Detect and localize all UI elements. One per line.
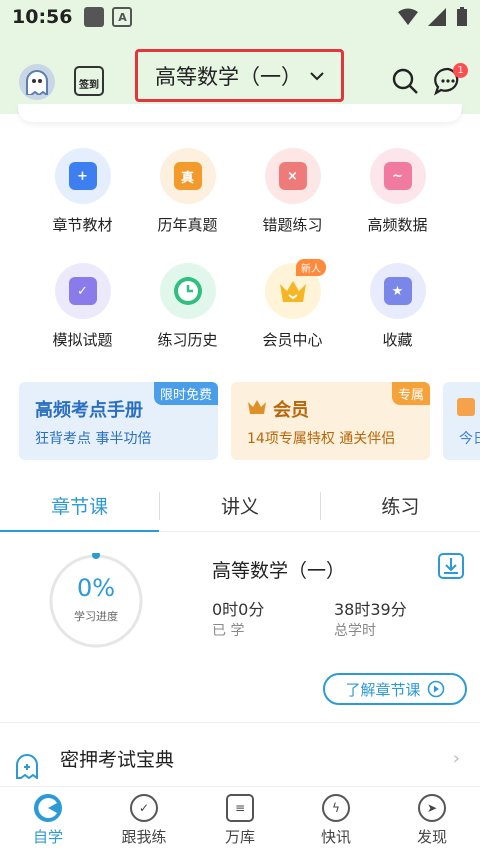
learned-label: 已 学 [212, 623, 245, 639]
banner-handbook[interactable]: 高频考点手册 狂背考点 事半功倍 限时免费 [19, 382, 218, 460]
tab-practice[interactable]: 练习 [321, 480, 480, 531]
nav-news[interactable]: ϟ 快讯 [288, 787, 384, 854]
status-bar: 10:56 A [0, 0, 480, 34]
banner-subtitle: 今日 [459, 431, 480, 447]
banner-title: 高频考点手册 [35, 400, 143, 421]
grid-label: 高频数据 [367, 216, 428, 234]
folder-icon: 真 [159, 148, 216, 204]
grid-label: 收藏 [382, 331, 413, 349]
download-icon[interactable] [438, 553, 464, 579]
grid-item-wrong-questions[interactable]: × 错题练习 [240, 148, 345, 235]
chevron-right-icon: › [452, 747, 460, 769]
mock-exam-icon: ✓ [54, 263, 111, 319]
banner-tag: 限时免费 [153, 382, 218, 405]
new-user-tag: 新人 [296, 259, 326, 276]
practice-icon: ✓ [130, 794, 158, 822]
message-badge: 1 [453, 63, 468, 78]
grid-item-favorites[interactable]: ★ 收藏 [345, 263, 450, 350]
self-study-icon [34, 794, 62, 822]
banner-tag: 专属 [391, 382, 430, 405]
section-divider [0, 722, 480, 723]
clock-icon [159, 263, 216, 319]
calendar-icon [457, 398, 475, 416]
banner-subtitle: 狂背考点 事半功倍 [35, 431, 152, 447]
tab-label: 讲义 [220, 496, 259, 518]
bottom-nav: 自学 ✓ 跟我练 ≡ 万库 ϟ 快讯 ➤ 发现 [0, 786, 480, 854]
banner-membership[interactable]: 会员 14项专属特权 通关伴侣 专属 [231, 382, 430, 460]
tab-handouts[interactable]: 讲义 [160, 480, 319, 531]
grid-item-past-exams[interactable]: 真 历年真题 [135, 148, 240, 235]
nav-label: 跟我练 [121, 828, 167, 846]
library-icon: ≡ [226, 794, 254, 822]
battery-icon [457, 7, 467, 26]
grid-item-practice-history[interactable]: 练习历史 [135, 263, 240, 350]
crown-icon [248, 400, 266, 414]
app-notification-icon: A [112, 7, 133, 27]
grid-item-member-center[interactable]: 新人 会员中心 [240, 259, 345, 350]
search-icon[interactable] [391, 67, 419, 95]
progress-marker [92, 553, 100, 559]
chart-card-icon: ~ [369, 148, 426, 204]
folder-glyph: 真 [173, 162, 202, 190]
ghost-icon [16, 754, 38, 779]
nav-label: 发现 [416, 828, 447, 846]
news-icon: ϟ [322, 794, 350, 822]
status-time: 10:56 [12, 6, 73, 28]
header-card-edge [18, 104, 462, 122]
treasure-label: 密押考试宝典 [60, 748, 175, 771]
learned-value: 0时0分 [212, 600, 265, 619]
chevron-down-icon [310, 71, 324, 80]
nav-label: 自学 [32, 828, 63, 846]
total-label: 总学时 [334, 623, 376, 639]
nav-practice[interactable]: ✓ 跟我练 [96, 787, 192, 854]
learn-button-label: 了解章节课 [345, 680, 421, 699]
wifi-icon [398, 8, 418, 25]
grid-label: 模拟试题 [52, 331, 113, 349]
play-circle-icon [427, 680, 444, 698]
learn-chapter-course-button[interactable]: 了解章节课 [323, 673, 467, 705]
grid-label: 会员中心 [262, 331, 323, 349]
nav-library[interactable]: ≡ 万库 [192, 787, 288, 854]
book-shield-icon: + [54, 148, 111, 204]
course-title: 高等数学（一） [212, 560, 346, 582]
discover-icon: ➤ [418, 794, 446, 822]
progress-percent: 0% [76, 574, 116, 602]
course-tabs: 章节课 讲义 练习 [0, 480, 480, 532]
grid-item-chapter-materials[interactable]: + 章节教材 [30, 148, 135, 235]
feature-grid: + 章节教材 真 历年真题 × 错题练习 ~ 高频数据 ✓ 模拟试题 练习历史 … [30, 148, 450, 350]
subject-selector[interactable]: 高等数学（一） [135, 49, 344, 102]
total-stat: 38时39分 总学时 [334, 596, 407, 640]
tab-label: 练习 [381, 496, 420, 518]
grid-item-high-frequency[interactable]: ~ 高频数据 [345, 148, 450, 235]
total-value: 38时39分 [334, 600, 407, 619]
error-card-icon: × [264, 148, 321, 204]
nav-label: 快讯 [320, 828, 351, 846]
progress-label: 学习进度 [74, 610, 118, 623]
ghost-avatar-icon [26, 70, 48, 95]
grid-label: 练习历史 [157, 331, 218, 349]
banner-title: 会员 [273, 400, 309, 421]
banner-daily[interactable]: 今日 [443, 382, 480, 460]
tab-label: 章节课 [51, 496, 109, 518]
subject-title: 高等数学（一） [155, 64, 302, 89]
grid-label: 错题练习 [262, 216, 323, 234]
exam-treasure-row[interactable]: 密押考试宝典 › [0, 733, 480, 783]
star-icon: ★ [369, 263, 426, 319]
signal-icon [428, 8, 446, 26]
grid-label: 历年真题 [157, 216, 218, 234]
nav-discover[interactable]: ➤ 发现 [384, 787, 480, 854]
checkin-label: 签到 [79, 80, 99, 91]
nav-label: 万库 [224, 828, 255, 846]
grid-label: 章节教材 [52, 216, 113, 234]
learned-stat: 0时0分 已 学 [212, 596, 264, 640]
banner-subtitle: 14项专属特权 通关伴侣 [247, 431, 396, 447]
grid-item-mock-exam[interactable]: ✓ 模拟试题 [30, 263, 135, 350]
notification-icon [84, 7, 105, 27]
nav-self-study[interactable]: 自学 [0, 787, 96, 854]
checkin-calendar-button[interactable]: 签到 [74, 66, 104, 96]
tab-chapter-course[interactable]: 章节课 [0, 480, 160, 532]
avatar[interactable] [19, 64, 55, 100]
